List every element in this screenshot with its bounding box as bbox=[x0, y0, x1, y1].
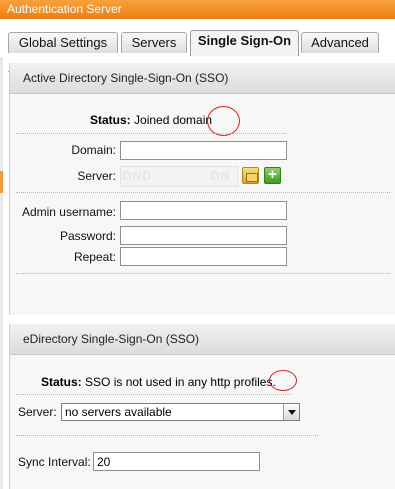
edir-sso-status: Status: SSO is not used in any http prof… bbox=[41, 375, 276, 389]
ad-sso-panel: Active Directory Single-Sign-On (SSO) St… bbox=[9, 63, 395, 315]
tab-servers[interactable]: Servers bbox=[121, 32, 187, 53]
repeat-password-input[interactable] bbox=[120, 247, 287, 266]
ad-sso-status-value: Joined domain bbox=[134, 113, 213, 127]
tab-global-settings[interactable]: Global Settings bbox=[8, 32, 118, 53]
chevron-down-icon[interactable] bbox=[283, 404, 299, 420]
repeat-label: Repeat: bbox=[73, 250, 116, 264]
edir-server-label: Server: bbox=[18, 405, 57, 419]
edir-server-selected: no servers available bbox=[65, 405, 172, 419]
status-annotation-circle bbox=[207, 106, 240, 136]
edir-sso-status-value: SSO is not used in any http profiles. bbox=[85, 375, 276, 389]
status-annotation-circle bbox=[269, 370, 297, 391]
edir-sso-status-label: Status: bbox=[41, 375, 82, 389]
tab-single-sign-on[interactable]: Single Sign-On bbox=[190, 30, 299, 56]
ad-sso-title: Active Directory Single-Sign-On (SSO) bbox=[10, 63, 395, 94]
password-input[interactable] bbox=[120, 226, 287, 245]
folder-open-icon[interactable] bbox=[242, 167, 259, 184]
separator bbox=[16, 273, 390, 274]
ad-sso-status-label: Status: bbox=[90, 113, 131, 127]
left-edge-strip bbox=[0, 19, 3, 489]
tab-bar: Global Settings Servers Single Sign-On A… bbox=[0, 19, 395, 72]
edir-server-select[interactable]: no servers available bbox=[61, 403, 300, 421]
domain-input[interactable] bbox=[120, 141, 287, 160]
separator bbox=[16, 435, 318, 436]
separator bbox=[16, 192, 390, 193]
tab-advanced[interactable]: Advanced bbox=[301, 32, 379, 53]
server-field[interactable]: DND DN bbox=[120, 166, 238, 187]
edir-sso-title: eDirectory Single-Sign-On (SSO) bbox=[10, 324, 395, 355]
ad-sso-status: Status: Joined domain bbox=[90, 113, 212, 127]
window-title: Authentication Server bbox=[0, 0, 395, 19]
password-label: Password: bbox=[59, 229, 116, 243]
sync-interval-input[interactable] bbox=[93, 452, 260, 471]
admin-username-label: Admin username: bbox=[21, 205, 116, 219]
server-watermark-left: DND bbox=[123, 169, 152, 183]
left-edge-marker bbox=[0, 171, 3, 193]
sync-interval-label: Sync Interval: bbox=[18, 455, 91, 469]
edir-sso-panel: eDirectory Single-Sign-On (SSO) Status: … bbox=[9, 324, 395, 489]
separator bbox=[16, 133, 286, 134]
admin-username-input[interactable] bbox=[120, 201, 287, 220]
add-plus-icon[interactable]: + bbox=[264, 167, 281, 184]
domain-label: Domain: bbox=[71, 143, 116, 157]
server-label: Server: bbox=[77, 169, 116, 183]
server-watermark-right: DN bbox=[211, 169, 231, 183]
separator bbox=[16, 394, 292, 395]
